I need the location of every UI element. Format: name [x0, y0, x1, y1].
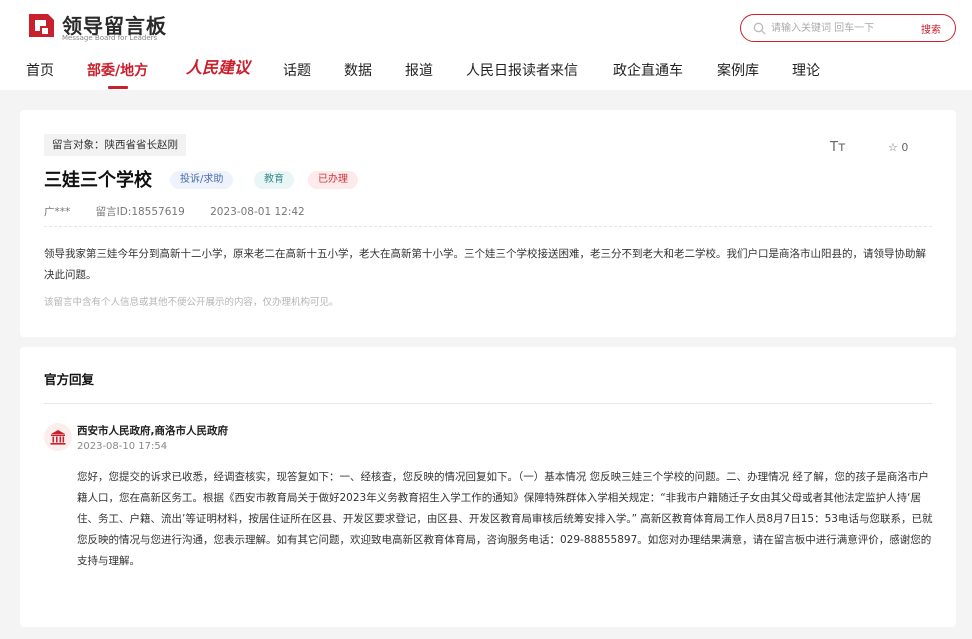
search-box: 搜索	[740, 14, 956, 42]
author-name: 广***	[44, 206, 71, 218]
nav-item-theory[interactable]: 理论	[792, 60, 820, 80]
nav-active-indicator	[108, 86, 128, 89]
search-button[interactable]: 搜索	[921, 21, 941, 36]
official-reply-card: 官方回复 西安市人民政府,商洛市人民政府 2023-08-10 17:54 您好…	[20, 347, 956, 627]
search-input[interactable]	[771, 19, 911, 37]
status-badge: 已办理	[308, 171, 358, 189]
nav-item-case-library[interactable]: 案例库	[717, 60, 759, 80]
message-card: 留言对象：陕西省省长赵刚 Tт ☆ 0 三娃三个学校 投诉/求助 教育 已办理 …	[20, 110, 956, 337]
font-size-toggle[interactable]: Tт	[830, 140, 846, 155]
logo-mark-icon	[29, 14, 54, 37]
message-id: 留言ID:18557619	[95, 206, 185, 218]
reply-heading: 官方回复	[44, 372, 95, 387]
top-header: 领导留言板 Message Board for Leaders 搜索 首页 部委…	[0, 0, 972, 90]
nav-item-data[interactable]: 数据	[344, 60, 372, 80]
nav-item-reports[interactable]: 报道	[405, 60, 433, 80]
nav-item-people-suggestions[interactable]: 人民建议	[186, 54, 250, 78]
reply-divider	[44, 403, 932, 404]
message-body: 领导我家第三娃今年分到高新十二小学，原来老二在高新十五小学，老大在高新第十小学。…	[44, 248, 926, 281]
nav-item-home[interactable]: 首页	[26, 60, 54, 80]
government-building-icon	[44, 423, 72, 451]
favorite-button[interactable]: ☆ 0	[888, 141, 908, 154]
message-title: 三娃三个学校	[44, 170, 152, 191]
privacy-notice: 该留言中含有个人信息或其他不便公开展示的内容，仅办理机构可见。	[44, 297, 339, 308]
reply-body: 您好，您提交的诉求已收悉，经调查核实，现答复如下：一、经核查，您反映的情况回复如…	[77, 471, 933, 567]
category-tag[interactable]: 投诉/求助	[170, 171, 234, 189]
nav-item-ministries-local[interactable]: 部委/地方	[87, 60, 148, 80]
reply-date: 2023-08-10 17:54	[77, 441, 168, 452]
search-icon	[753, 22, 766, 35]
logo-subtitle: Message Board for Leaders	[62, 34, 158, 42]
message-meta: 广*** 留言ID:18557619 2023-08-01 12:42	[44, 204, 327, 219]
message-target: 留言对象：陕西省省长赵刚	[44, 134, 186, 156]
message-datetime: 2023-08-01 12:42	[210, 206, 305, 218]
nav-item-enterprise-channel[interactable]: 政企直通车	[613, 60, 683, 80]
main-nav: 首页 部委/地方 人民建议 话题 数据 报道 人民日报读者来信 政企直通车 案例…	[0, 56, 972, 90]
site-logo[interactable]: 领导留言板 Message Board for Leaders	[26, 10, 176, 42]
reply-organization: 西安市人民政府,商洛市人民政府	[77, 425, 228, 437]
nav-item-topics[interactable]: 话题	[283, 60, 311, 80]
meta-divider	[44, 226, 932, 227]
favorite-count: 0	[901, 141, 909, 154]
nav-item-reader-letters[interactable]: 人民日报读者来信	[466, 60, 578, 80]
field-tag[interactable]: 教育	[254, 171, 294, 189]
star-icon: ☆	[888, 141, 898, 154]
